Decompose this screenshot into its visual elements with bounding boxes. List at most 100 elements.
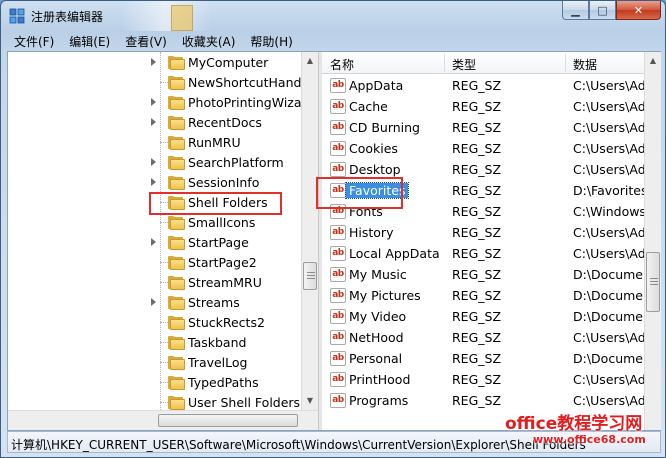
tree-item-label: Streams — [188, 295, 240, 310]
tree-scroll-thumb[interactable] — [303, 262, 317, 290]
table-row[interactable]: ab My Music REG_SZ D:\Documen — [322, 264, 651, 285]
expand-arrow-icon[interactable] — [151, 98, 156, 106]
values-list-pane[interactable]: 名称 类型 数据 ab AppData REG_SZ C:\Users\Adr ab Ca… — [322, 52, 660, 430]
table-row[interactable]: ab Cache REG_SZ C:\Users\Adr — [322, 96, 651, 117]
value-data-cell: D:\Documen — [573, 267, 651, 282]
value-data-cell: C:\Users\Adr — [573, 78, 651, 93]
value-type-cell: REG_SZ — [452, 225, 502, 240]
value-type-cell: REG_SZ — [452, 99, 502, 114]
tree-item[interactable]: MyComputer — [8, 53, 304, 73]
value-name-cell: AppData — [349, 78, 403, 93]
table-row[interactable]: ab History REG_SZ C:\Users\Adr — [322, 222, 651, 243]
watermark-url: www.office68.com — [533, 433, 646, 446]
value-data-cell: C:\Users\Adr — [573, 246, 651, 261]
tree-item[interactable]: StartPage — [8, 233, 304, 253]
value-type-cell: REG_SZ — [452, 78, 502, 93]
value-type-cell: REG_SZ — [452, 141, 502, 156]
tree-item[interactable]: StreamMRU — [8, 273, 304, 293]
table-row[interactable]: ab Personal REG_SZ D:\Documen — [322, 348, 651, 369]
maximize-button[interactable]: □ — [589, 1, 616, 20]
folder-icon — [168, 216, 185, 230]
table-row[interactable]: ab CD Burning REG_SZ C:\Users\Adr — [322, 117, 651, 138]
grip-line — [307, 272, 315, 273]
table-row[interactable]: ab My Video REG_SZ D:\Documen — [322, 306, 651, 327]
value-type-cell: REG_SZ — [452, 183, 502, 198]
table-row[interactable]: ab Cookies REG_SZ C:\Users\Adr — [322, 138, 651, 159]
string-value-icon: ab — [330, 225, 346, 240]
tree-item[interactable]: NewShortcutHandl — [8, 73, 305, 93]
menu-edit[interactable]: 编辑(E) — [62, 31, 118, 51]
tree-vertical-scrollbar[interactable]: ▲ ▼ — [301, 52, 318, 410]
tree-item[interactable]: SmallIcons — [8, 213, 304, 233]
list-vertical-scrollbar[interactable]: ▲ — [644, 52, 661, 430]
column-header-type[interactable]: 类型 — [452, 56, 476, 73]
column-divider[interactable] — [565, 54, 566, 72]
string-value-icon: ab — [330, 393, 346, 408]
expand-arrow-icon[interactable] — [151, 298, 156, 306]
expand-arrow-icon[interactable] — [151, 58, 156, 66]
tree-item[interactable]: SearchPlatform — [8, 153, 304, 173]
tree-item[interactable]: RunMRU — [8, 133, 304, 153]
folder-icon — [168, 136, 185, 150]
menu-file[interactable]: 文件(F) — [7, 31, 62, 51]
value-type-cell: REG_SZ — [452, 246, 502, 261]
value-data-cell: C:\Users\Adr — [573, 225, 651, 240]
menu-favorites[interactable]: 收藏夹(A) — [175, 31, 244, 51]
tree-item[interactable]: Streams — [8, 293, 304, 313]
table-row[interactable]: ab AppData REG_SZ C:\Users\Adr — [322, 75, 651, 96]
tree-connector — [160, 282, 168, 283]
tree-item[interactable]: SessionInfo — [8, 173, 304, 193]
string-value-icon: ab — [330, 78, 346, 93]
tree-item[interactable]: PhotoPrintingWiza — [8, 93, 304, 113]
menu-help[interactable]: 帮助(H) — [243, 31, 300, 51]
menu-view[interactable]: 查看(V) — [118, 31, 175, 51]
tree-item[interactable]: StartPage2 — [8, 253, 304, 273]
folder-icon — [168, 376, 185, 390]
scroll-down-arrow-icon[interactable]: ▼ — [302, 392, 318, 409]
column-divider[interactable] — [444, 54, 445, 72]
registry-editor-window: 注册表编辑器 ▁ □ ✕ 文件(F) 编辑(E) 查看(V) 收藏夹(A) 帮助… — [0, 0, 666, 458]
table-row[interactable]: ab Programs REG_SZ C:\Users\Adr — [322, 390, 651, 411]
tree-item[interactable]: StuckRects2 — [8, 313, 304, 333]
close-button[interactable]: ✕ — [616, 1, 661, 20]
value-name-text: PrintHood — [349, 372, 411, 387]
tree-item[interactable]: TravelLog — [8, 353, 304, 373]
table-row[interactable]: ab NetHood REG_SZ C:\Users\Adr — [322, 327, 651, 348]
string-value-icon: ab — [330, 141, 346, 156]
column-header-name[interactable]: 名称 — [330, 56, 354, 73]
minimize-button[interactable]: ▁ — [562, 1, 589, 20]
string-value-icon: ab — [330, 309, 346, 324]
tree-item[interactable]: RecentDocs — [8, 113, 304, 133]
table-row[interactable]: ab My Pictures REG_SZ D:\Documen — [322, 285, 651, 306]
expand-arrow-icon[interactable] — [151, 118, 156, 126]
tree-horizontal-scrollbar[interactable] — [8, 410, 318, 430]
folder-icon — [168, 356, 185, 370]
tree-item-label: RunMRU — [188, 135, 241, 150]
table-row[interactable]: ab PrintHood REG_SZ C:\Users\Adr — [322, 369, 651, 390]
tree-item[interactable]: TypedPaths — [8, 373, 304, 393]
tree-connector — [160, 322, 168, 323]
value-name-text: My Pictures — [349, 288, 421, 303]
column-header-data[interactable]: 数据 — [573, 56, 597, 73]
value-name-cell: Desktop — [349, 162, 401, 177]
value-data-cell: C:\Users\Adr — [573, 162, 651, 177]
list-scroll-thumb[interactable] — [646, 252, 660, 312]
tree-item-label: RecentDocs — [188, 115, 262, 130]
key-tree-pane[interactable]: MyComputer NewShortcutHandl PhotoPrintingW… — [8, 52, 318, 430]
folder-icon — [168, 76, 185, 90]
folder-icon — [168, 156, 185, 170]
tree-item[interactable]: Taskband — [8, 333, 304, 353]
string-value-icon: ab — [330, 351, 346, 366]
tree-item-label: StuckRects2 — [188, 315, 265, 330]
tree-h-scroll-thumb[interactable] — [158, 414, 298, 427]
expand-arrow-icon[interactable] — [151, 238, 156, 246]
value-name-cell: CD Burning — [349, 120, 420, 135]
scroll-up-arrow-icon[interactable]: ▲ — [302, 52, 318, 69]
expand-arrow-icon[interactable] — [151, 178, 156, 186]
title-bar[interactable]: 注册表编辑器 ▁ □ ✕ — [1, 1, 665, 31]
expand-arrow-icon[interactable] — [151, 158, 156, 166]
table-row[interactable]: ab Local AppData REG_SZ C:\Users\Adr — [322, 243, 651, 264]
tree-item-label: TypedPaths — [188, 375, 259, 390]
scroll-up-arrow-icon[interactable]: ▲ — [645, 52, 661, 69]
value-name-text: My Music — [349, 267, 407, 282]
